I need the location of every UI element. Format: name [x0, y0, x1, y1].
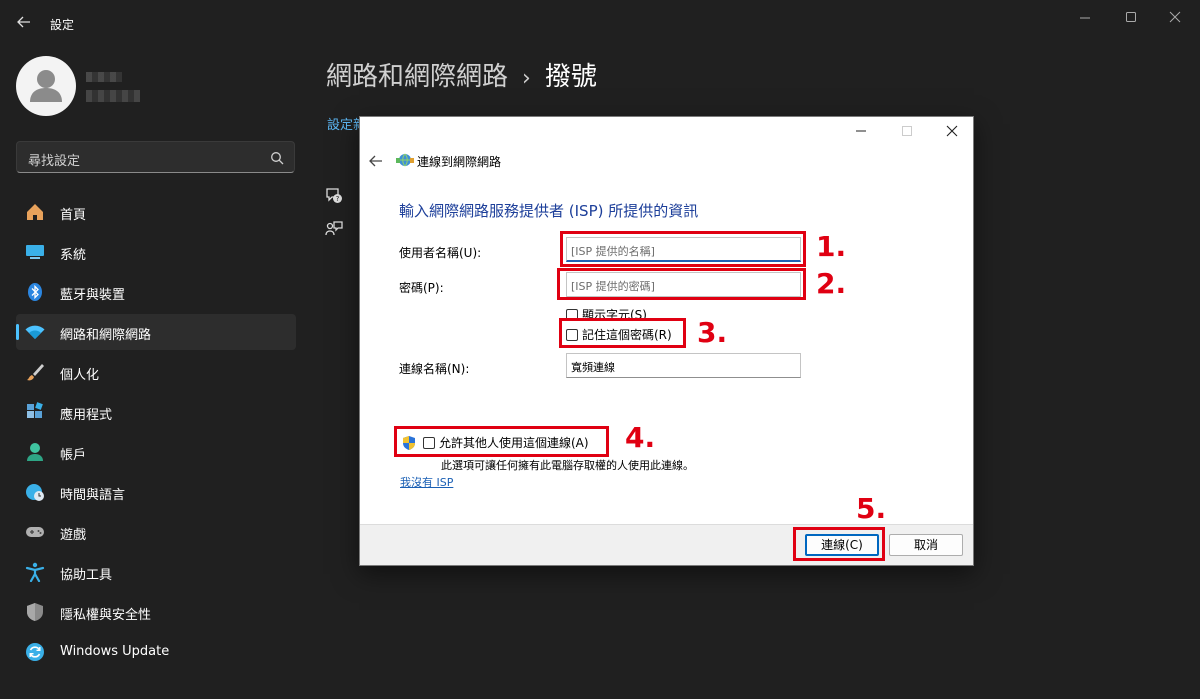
password-label: 密碼(P):	[399, 281, 444, 295]
sidebar-item-personalization[interactable]: 個人化	[16, 354, 296, 390]
search-input[interactable]: 尋找設定	[16, 141, 295, 173]
annotation-box-3	[559, 318, 686, 348]
avatar[interactable]	[16, 56, 76, 116]
sidebar-item-label: 協助工具	[60, 568, 113, 583]
sidebar-item-bluetooth[interactable]: 藍牙與裝置	[16, 274, 296, 310]
sidebar-item-label: 時間與語言	[60, 488, 126, 503]
sidebar-item-label: 個人化	[60, 368, 100, 383]
sidebar-item-time-language[interactable]: 時間與語言	[16, 474, 296, 510]
dialog-title: 連線到網際網路	[417, 155, 502, 169]
sidebar-item-system[interactable]: 系統	[16, 234, 296, 270]
help-icon[interactable]: ?	[325, 186, 343, 204]
network-globe-icon	[396, 152, 414, 168]
shield-icon	[25, 602, 45, 622]
sidebar-item-network[interactable]: 網路和網際網路	[16, 314, 296, 350]
annotation-number-4: 4.	[625, 421, 656, 454]
dialog-minimize-icon[interactable]	[851, 123, 871, 139]
user-name-blurred	[86, 72, 122, 82]
accessibility-icon	[25, 562, 45, 583]
sidebar-item-label: 系統	[60, 248, 87, 263]
sidebar-item-privacy[interactable]: 隱私權與安全性	[16, 594, 296, 630]
breadcrumb-separator: ›	[522, 66, 531, 91]
search-placeholder: 尋找設定	[28, 154, 81, 169]
bluetooth-icon	[25, 282, 45, 302]
annotation-box-5	[793, 527, 885, 561]
breadcrumb-parent[interactable]: 網路和網際網路	[326, 62, 508, 92]
gamepad-icon	[25, 522, 45, 542]
monitor-icon	[25, 242, 45, 262]
dialog-back-arrow-icon[interactable]	[368, 153, 384, 167]
setup-new-connection-link[interactable]: 設定新	[327, 114, 359, 133]
sidebar-item-accessibility[interactable]: 協助工具	[16, 554, 296, 590]
dialog-maximize-icon	[897, 123, 917, 139]
annotation-number-2: 2.	[816, 267, 847, 300]
breadcrumb-current: 撥號	[544, 62, 597, 92]
sidebar-item-windows-update[interactable]: Windows Update	[16, 634, 296, 670]
connection-name-field[interactable]: 寬頻連線	[566, 353, 801, 378]
sidebar-item-apps[interactable]: 應用程式	[16, 394, 296, 430]
sidebar-item-gaming[interactable]: 遊戲	[16, 514, 296, 550]
sidebar-item-accounts[interactable]: 帳戶	[16, 434, 296, 470]
sidebar-item-label: 隱私權與安全性	[60, 608, 152, 623]
annotation-box-1	[560, 231, 806, 267]
sidebar-item-label: 應用程式	[60, 408, 113, 423]
no-isp-link[interactable]: 我沒有 ISP	[400, 474, 453, 490]
minimize-icon[interactable]	[1070, 8, 1100, 28]
cancel-button[interactable]: 取消	[889, 534, 963, 556]
username-label: 使用者名稱(U):	[399, 246, 482, 260]
account-icon	[25, 442, 45, 462]
app-title: 設定	[50, 18, 75, 32]
page-title: 網路和網際網路 › 撥號	[326, 56, 597, 93]
sidebar-item-label: 藍牙與裝置	[60, 288, 126, 303]
back-arrow-icon[interactable]	[14, 14, 34, 34]
wifi-icon	[25, 322, 45, 342]
sidebar-item-home[interactable]: 首頁	[16, 194, 296, 230]
brush-icon	[25, 362, 45, 382]
annotation-box-4	[394, 426, 609, 457]
annotation-box-2	[557, 268, 806, 300]
globe-clock-icon	[25, 482, 45, 502]
sidebar-item-label: 首頁	[60, 208, 87, 223]
update-icon	[25, 642, 45, 662]
sidebar-item-label: 帳戶	[60, 448, 87, 463]
sidebar-nav: 首頁 系統 藍牙與裝置 網路和網際網路 個人化 應用程式 帳戶 時間與語言 遊戲…	[16, 194, 296, 674]
dialog-heading: 輸入網際網路服務提供者 (ISP) 所提供的資訊	[399, 202, 699, 220]
annotation-number-5: 5.	[856, 492, 887, 525]
maximize-icon[interactable]	[1116, 8, 1146, 28]
home-icon	[25, 202, 45, 222]
user-email-blurred	[86, 90, 140, 102]
svg-text:?: ?	[336, 195, 340, 203]
sidebar-item-label: 遊戲	[60, 528, 87, 543]
annotation-number-1: 1.	[816, 230, 847, 263]
close-icon[interactable]	[1160, 8, 1190, 28]
sidebar-item-label: 網路和網際網路	[60, 328, 152, 343]
title-bar: 設定	[0, 0, 1200, 48]
feedback-icon[interactable]	[325, 220, 343, 238]
allow-others-note: 此選項可讓任何擁有此電腦存取權的人使用此連線。	[441, 459, 694, 472]
dialog-close-icon[interactable]	[942, 123, 962, 139]
apps-icon	[25, 402, 45, 422]
sidebar-item-label: Windows Update	[60, 644, 170, 659]
annotation-number-3: 3.	[697, 316, 728, 349]
search-icon[interactable]	[270, 150, 284, 165]
connection-name-label: 連線名稱(N):	[399, 362, 470, 376]
